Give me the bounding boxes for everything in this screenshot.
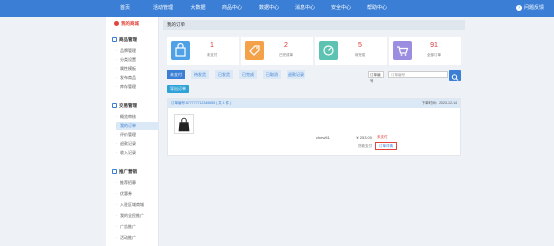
stat-label: 已完成单: [279, 53, 293, 57]
order-card: 订单编号:877777712345655 ( 共 1 件 ) 下单时间：2023…: [167, 98, 461, 156]
order-header: 订单编号:877777712345655 ( 共 1 件 ) 下单时间：2023…: [168, 99, 460, 108]
trade-icon: [112, 103, 117, 109]
nav-home[interactable]: 首页: [105, 0, 145, 17]
sidebar-item-review[interactable]: 概览审核: [116, 113, 159, 121]
order-price: ¥ 253.00: [356, 135, 372, 140]
export-orders-button[interactable]: 导出订单: [167, 85, 189, 93]
sidebar-item-refund[interactable]: 退款记录: [116, 140, 159, 148]
tab-refund[interactable]: 退款记录: [287, 70, 305, 79]
megaphone-icon: [112, 169, 117, 175]
product-thumbnail[interactable]: [174, 114, 194, 134]
order-date: 下单时间：2023-12-14: [421, 101, 457, 105]
section-goods: 商品管理: [112, 37, 137, 43]
product-bag-image: [178, 117, 190, 132]
stat-label: 待完成: [354, 53, 366, 57]
sidebar-item-region-mall[interactable]: 入驻区域商城: [116, 201, 159, 209]
sidebar-item-all-promo[interactable]: 我的全民推广: [116, 212, 159, 220]
sidebar-item-recruit[interactable]: 推荐招募: [116, 179, 159, 187]
cart-icon: [393, 41, 412, 60]
sidebar-item-stock[interactable]: 库存管理: [116, 83, 159, 91]
tab-shipped[interactable]: 已发货: [215, 70, 233, 79]
sidebar-item-brand[interactable]: 品牌管理: [116, 47, 159, 55]
payment-method: 货款支付: [358, 144, 372, 148]
home-icon: [114, 21, 119, 27]
tag-icon: [245, 41, 264, 60]
section-trade: 交易管理: [112, 103, 137, 109]
top-nav: 首页 活动管理 大数据 商品中心 数据中心 消息中心 安全中心 帮助中心 ? 问题…: [0, 0, 554, 17]
nav-goods[interactable]: 商品中心: [212, 0, 252, 17]
sidebar-item-ads[interactable]: 广告推广: [116, 223, 159, 231]
order-detail-button[interactable]: 订单详情: [375, 142, 397, 150]
feedback-link[interactable]: ? 问题反馈: [515, 0, 544, 17]
sidebar-item-events[interactable]: 活动推广: [116, 234, 159, 242]
order-number: 订单编号:877777712345655 ( 共 1 件 ): [171, 101, 232, 105]
nav-message[interactable]: 消息中心: [285, 0, 325, 17]
sidebar-item-my-orders[interactable]: 我的订单: [116, 122, 159, 130]
stat-pending[interactable]: 5 待完成: [315, 37, 387, 65]
search-button[interactable]: [449, 70, 461, 81]
feedback-label: 问题反馈: [523, 5, 544, 11]
nav-security[interactable]: 安全中心: [321, 0, 361, 17]
search-input[interactable]: 订单编号: [388, 71, 448, 78]
tab-unpaid[interactable]: 未支付: [167, 70, 185, 79]
search-icon: [451, 74, 459, 81]
stat-value: 5: [358, 42, 362, 49]
nav-help[interactable]: 帮助中心: [357, 0, 397, 17]
buyer-name: chew51: [316, 135, 330, 140]
box-icon: [112, 37, 117, 43]
sidebar-item-publish[interactable]: 发布商品: [116, 74, 159, 82]
sidebar: 我的商城 商品管理 品牌管理 分类设置 属性模板 发布商品 库存管理 交易管理 …: [106, 17, 159, 246]
tab-done[interactable]: 已完成: [239, 70, 257, 79]
tab-cancelled[interactable]: 已取消: [263, 70, 281, 79]
sidebar-item-category[interactable]: 分类设置: [116, 56, 159, 64]
sidebar-brand[interactable]: 我的商城: [114, 21, 139, 27]
stat-value: 1: [210, 42, 214, 49]
stat-value: 91: [430, 42, 438, 49]
stat-completed[interactable]: 2 已完成单: [241, 37, 313, 65]
order-status: 未支付: [377, 135, 388, 139]
sidebar-item-comments[interactable]: 评价管理: [116, 131, 159, 139]
filter-select[interactable]: 订单编号: [368, 71, 384, 83]
tab-to-ship[interactable]: 待发货: [191, 70, 209, 79]
stat-value: 2: [284, 42, 288, 49]
nav-activity[interactable]: 活动管理: [143, 0, 183, 17]
sidebar-item-coupon[interactable]: 优惠券: [116, 190, 159, 198]
main-content: 我的订单 1 未支付 2 已完成单 5 待完成 91 全部订单 未支付 待发货 …: [163, 17, 465, 246]
stat-label: 未支付: [206, 53, 218, 57]
section-promo: 推广营销: [112, 169, 137, 175]
bag-icon: [171, 41, 190, 60]
gauge-icon: [319, 41, 338, 60]
sidebar-item-template[interactable]: 属性模板: [116, 65, 159, 73]
sidebar-item-income[interactable]: 收入记录: [116, 149, 159, 157]
stat-all-orders[interactable]: 91 全部订单: [389, 37, 461, 65]
nav-data[interactable]: 数据中心: [249, 0, 289, 17]
question-icon: ?: [515, 5, 522, 11]
stat-unpaid[interactable]: 1 未支付: [167, 37, 239, 65]
page-title: 我的订单: [163, 20, 465, 30]
stat-label: 全部订单: [427, 53, 441, 57]
